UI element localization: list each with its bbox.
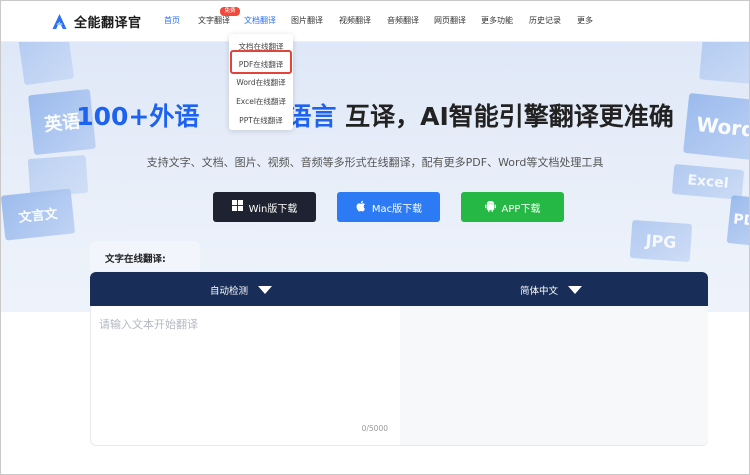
hero-subtitle: 支持文字、文档、图片、视频、音频等多形式在线翻译，配有更多PDF、Word等文档… bbox=[146, 156, 604, 169]
dropdown-item-excel[interactable]: Excel在线翻译 bbox=[229, 96, 293, 107]
page-frame: 英语 文言文 Word Excel JPG PDF 100+外语 族语言 互译，A… bbox=[0, 0, 750, 475]
brand-name: 全能翻译官 bbox=[74, 16, 142, 31]
nav-video-translate[interactable]: 视频翻译 bbox=[339, 15, 371, 26]
chevron-down-icon bbox=[568, 286, 583, 294]
translator-tab-label: 文字在线翻译: bbox=[105, 254, 166, 265]
nav-history[interactable]: 历史记录 bbox=[529, 15, 561, 26]
nav-audio-translate[interactable]: 音频翻译 bbox=[387, 15, 419, 26]
top-navbar: 全能翻译官 首页 文字翻译 免费 文档翻译 图片翻译 视频翻译 音频翻译 网页翻… bbox=[1, 1, 749, 42]
nav-image-translate[interactable]: 图片翻译 bbox=[291, 15, 323, 26]
dropdown-item-ppt[interactable]: PPT在线翻译 bbox=[229, 115, 293, 126]
hero-title: 100+外语 族语言 互译，AI智能引擎翻译更准确 bbox=[76, 102, 674, 131]
source-language-select[interactable]: 自动检测 bbox=[210, 283, 273, 297]
mac-download-button[interactable]: Mac版下载 bbox=[337, 192, 440, 222]
chevron-down-icon bbox=[258, 286, 273, 294]
nav-text-translate[interactable]: 文字翻译 bbox=[198, 15, 230, 26]
brand-logo[interactable]: 全能翻译官 bbox=[51, 12, 142, 31]
deco-card-pdf: PDF bbox=[726, 195, 749, 247]
source-text-input[interactable] bbox=[99, 316, 389, 416]
result-panel bbox=[400, 306, 708, 445]
app-download-button[interactable]: APP下载 bbox=[461, 192, 564, 222]
windows-icon bbox=[231, 200, 243, 214]
char-counter: 0/5000 bbox=[361, 424, 388, 433]
language-bar: 自动检测 简体中文 bbox=[90, 272, 708, 306]
mac-download-label: Mac版下载 bbox=[371, 203, 423, 215]
nav-more-features[interactable]: 更多功能 bbox=[481, 15, 513, 26]
win-download-button[interactable]: Win版下载 bbox=[213, 192, 316, 222]
source-panel: 0/5000 bbox=[91, 306, 400, 445]
deco-card-blank-3 bbox=[699, 42, 749, 85]
nav-webpage-translate[interactable]: 网页翻译 bbox=[434, 15, 466, 26]
apple-icon bbox=[355, 200, 366, 215]
android-icon bbox=[484, 200, 496, 215]
target-language-select[interactable]: 简体中文 bbox=[520, 283, 583, 297]
target-language-label: 简体中文 bbox=[520, 286, 559, 297]
source-language-label: 自动检测 bbox=[210, 286, 249, 297]
app-download-label: APP下载 bbox=[501, 203, 541, 215]
dropdown-item-pdf[interactable]: PDF在线翻译 bbox=[229, 59, 293, 70]
logo-icon bbox=[51, 13, 68, 30]
nav-more[interactable]: 更多 bbox=[577, 15, 593, 26]
document-translate-dropdown: 文档在线翻译 PDF在线翻译 Word在线翻译 Excel在线翻译 PPT在线翻… bbox=[229, 34, 293, 130]
deco-card-jpg: JPG bbox=[629, 219, 693, 263]
translator-panel: 0/5000 bbox=[90, 306, 708, 446]
nav-document-translate[interactable]: 文档翻译 bbox=[244, 15, 276, 26]
deco-card-blank bbox=[17, 42, 75, 86]
nav-home[interactable]: 首页 bbox=[164, 15, 180, 26]
free-badge: 免费 bbox=[220, 7, 240, 16]
dropdown-item-word[interactable]: Word在线翻译 bbox=[229, 77, 293, 88]
win-download-label: Win版下载 bbox=[248, 203, 298, 215]
